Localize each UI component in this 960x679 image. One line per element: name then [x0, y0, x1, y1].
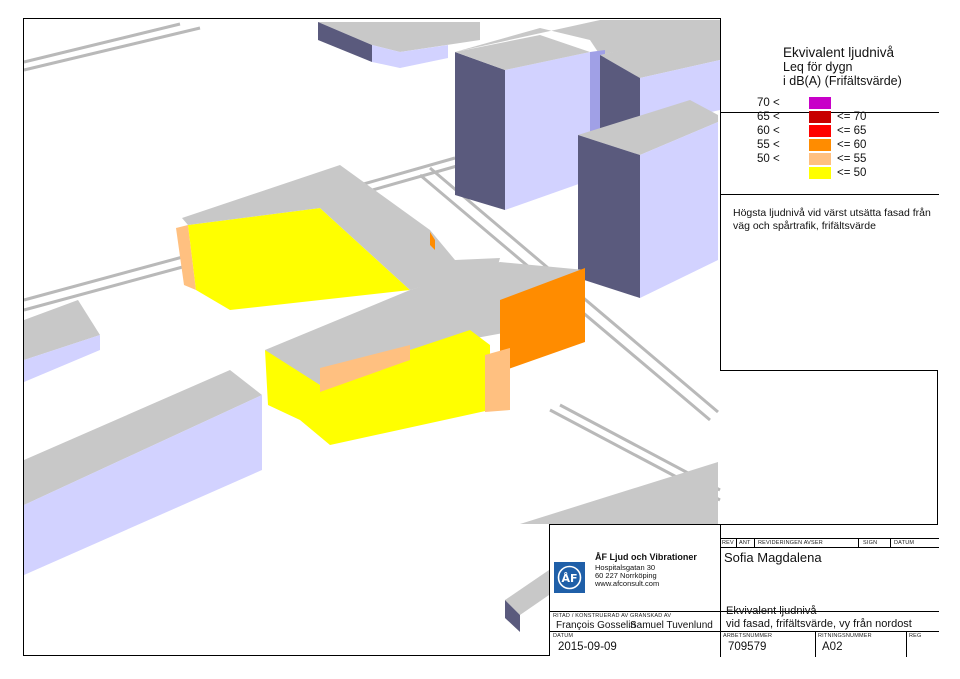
tb-vline: [720, 525, 721, 657]
legend-row-low: 70 <: [757, 97, 780, 109]
date-label: DATUM: [553, 633, 574, 639]
rev-header-subject: REVIDERINGEN AVSER: [758, 540, 823, 546]
tb-vline: [815, 631, 816, 657]
legend-swatch: [809, 97, 831, 109]
job-number-label: ARBETSNUMMER: [723, 633, 773, 639]
legend-title-line1: Ekvivalent ljudnivå: [783, 45, 895, 60]
drawing-number: A02: [822, 641, 843, 653]
legend-row-high: <= 50: [837, 167, 867, 179]
company-web: www.afconsult.com: [595, 579, 660, 588]
rev-header-sign: SIGN: [863, 540, 878, 546]
legend-row-high: <= 70: [837, 111, 867, 123]
tb-vline: [906, 631, 907, 657]
drawing-title-line2: vid fasad, frifältsvärde, vy från nordos…: [726, 618, 912, 630]
checked-by-label: GRANSKAD AV: [630, 613, 672, 619]
legend-title-line2: Leq för dygn: [783, 60, 853, 74]
reg-label: REG: [909, 633, 922, 639]
tb-vline: [890, 538, 891, 548]
legend-title-line3: i dB(A) (Frifältsvärde): [783, 74, 902, 88]
legend-swatch: [809, 153, 831, 165]
company-name: ÅF Ljud och Vibrationer: [595, 552, 697, 562]
tb-vline: [858, 538, 859, 548]
project-name: Sofia Magdalena: [724, 550, 822, 565]
legend-row-high: <= 60: [837, 139, 867, 151]
legend-title: Ekvivalent ljudnivå Leq för dygn i dB(A)…: [783, 45, 902, 89]
job-number: 709579: [728, 641, 767, 653]
legend-separator: [721, 194, 939, 195]
rev-header-ant: ANT: [739, 540, 751, 546]
drawn-by-label: RITAD / KONSTRUERAD AV: [553, 613, 629, 619]
legend-swatch: [809, 139, 831, 151]
legend-row-low: 60 <: [757, 125, 780, 137]
svg-text:ÅF: ÅF: [561, 572, 577, 585]
rev-line: [720, 538, 939, 539]
legend-note: Högsta ljudnivå vid värst utsätta fasad …: [733, 207, 931, 232]
rev-header-date: DATUM: [894, 540, 915, 546]
legend-swatch: [809, 111, 831, 123]
drawing-number-label: RITNINGSNUMMER: [818, 633, 872, 639]
date-value: 2015-09-09: [558, 641, 617, 653]
af-logo-icon: ÅF: [554, 562, 585, 593]
tb-line: [550, 631, 720, 632]
title-block: ÅF ÅF Ljud och Vibrationer Hospitalsgata…: [549, 524, 939, 657]
legend-row-low: 65 <: [757, 111, 780, 123]
legend-row-high: <= 55: [837, 153, 867, 165]
legend-row-low: 50 <: [757, 153, 780, 165]
legend-panel: Ekvivalent ljudnivå Leq för dygn i dB(A)…: [720, 18, 939, 371]
legend-swatch: [809, 167, 831, 179]
legend-row-low: 55 <: [757, 139, 780, 151]
legend-swatch: [809, 125, 831, 137]
legend-row-high: <= 65: [837, 125, 867, 137]
drawn-by: François Gosselin: [556, 620, 637, 631]
rev-line: [720, 547, 939, 548]
rev-header-rev: REV: [722, 540, 734, 546]
tb-vline: [754, 538, 755, 548]
tb-vline: [736, 538, 737, 548]
checked-by: Samuel Tuvenlund: [630, 620, 713, 631]
drawing-title-line1: Ekvivalent ljudnivå: [726, 605, 817, 617]
